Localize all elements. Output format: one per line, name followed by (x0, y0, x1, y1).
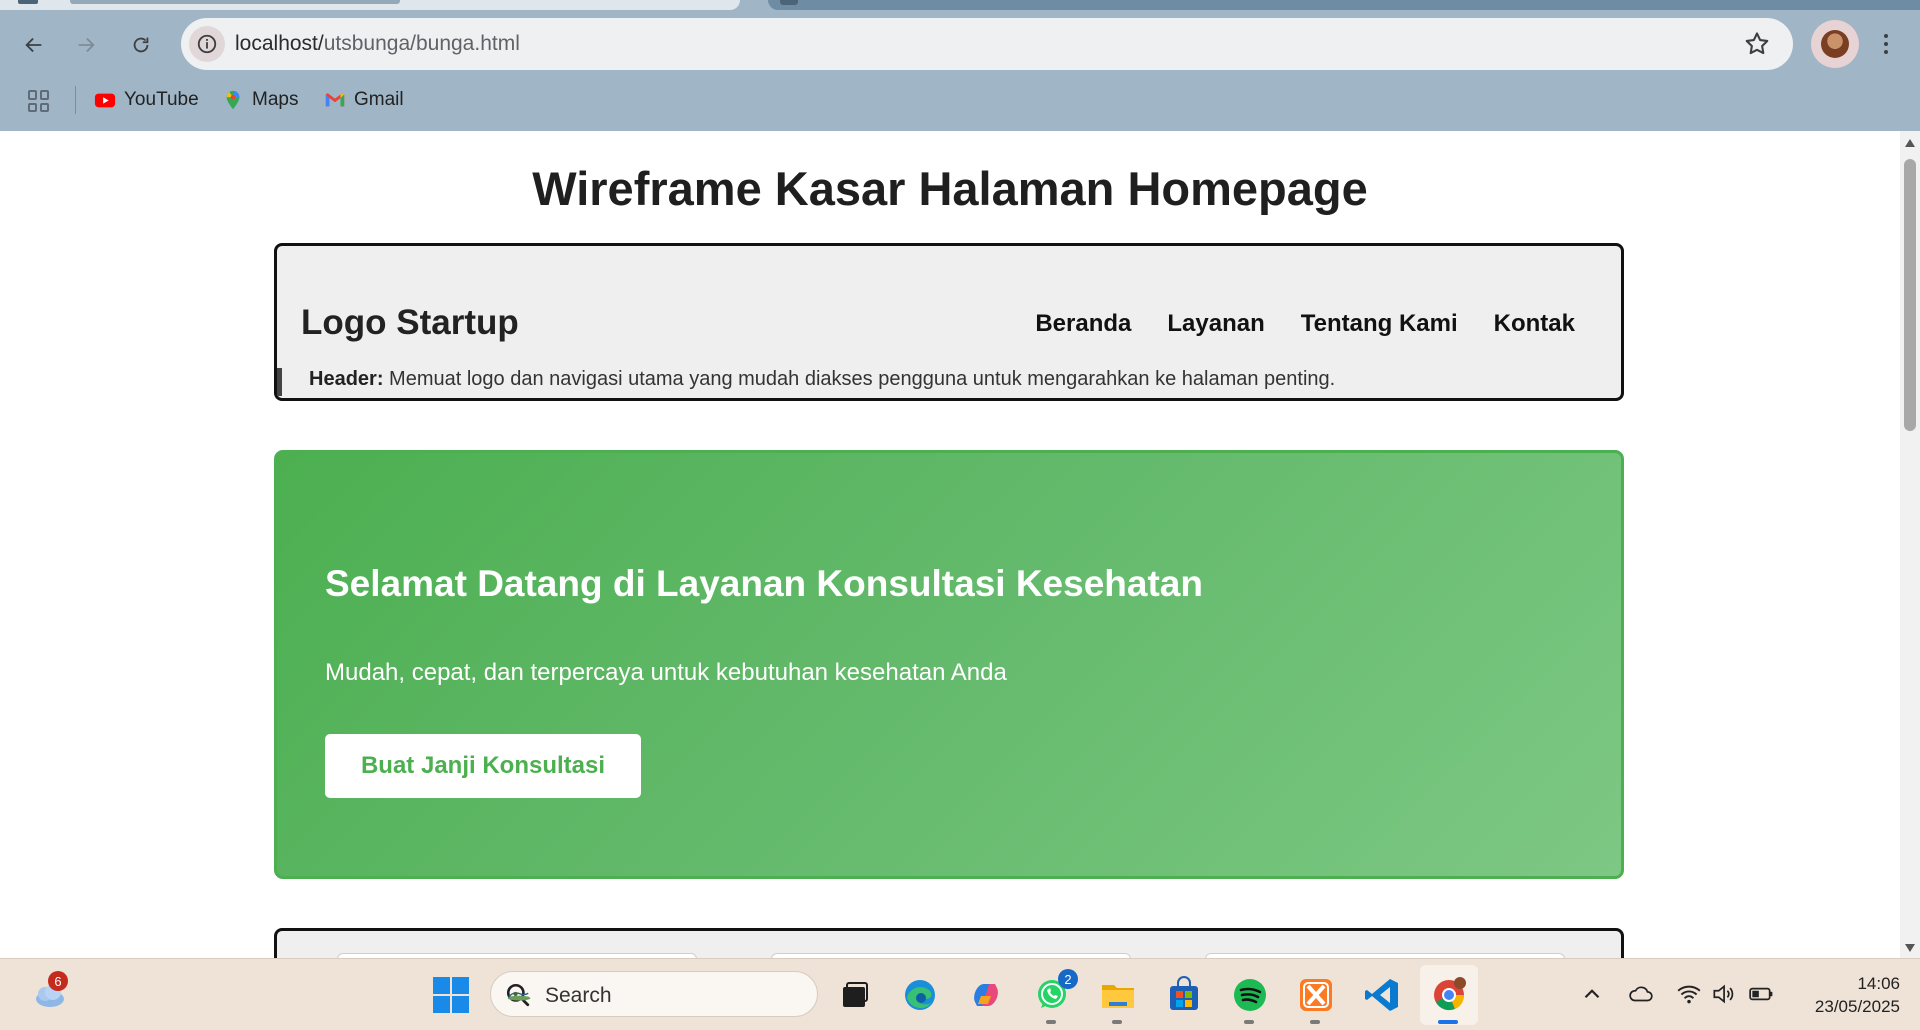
whatsapp-badge: 2 (1058, 969, 1078, 989)
tab-strip (0, 0, 1920, 10)
bookmark-star-icon[interactable] (1743, 30, 1771, 58)
copilot-icon (974, 984, 998, 1006)
windows-start-icon[interactable] (433, 977, 469, 1013)
maps-icon (226, 90, 240, 110)
page-title: Wireframe Kasar Halaman Homepage (532, 162, 1368, 215)
browser-menu-button[interactable] (1874, 26, 1898, 62)
profile-avatar[interactable] (1811, 20, 1859, 68)
taskbar-vscode[interactable] (1360, 973, 1404, 1017)
taskbar-task-view[interactable] (831, 973, 875, 1017)
clock-date: 23/05/2025 (1814, 997, 1900, 1016)
running-indicator (1310, 1020, 1320, 1024)
scrollbar-thumb[interactable] (1904, 159, 1916, 431)
header-note-label: Header: (309, 368, 384, 390)
site-info-button[interactable] (189, 26, 225, 62)
active-indicator (1438, 1020, 1458, 1024)
taskbar-xampp[interactable] (1294, 973, 1338, 1024)
forward-button[interactable] (68, 27, 104, 63)
nav-link-kontak[interactable]: Kontak (1494, 310, 1575, 338)
url-text[interactable]: localhost/utsbunga/bunga.html (235, 32, 520, 56)
hero-subtitle: Mudah, cepat, dan terpercaya untuk kebut… (325, 659, 1007, 686)
page-viewport: Wireframe Kasar Halaman Homepage Logo St… (0, 131, 1900, 993)
scroll-down-arrow-icon[interactable] (1905, 944, 1915, 952)
edge-icon (905, 980, 935, 1010)
xampp-icon (1300, 979, 1332, 1011)
bookmarks-bar: YouTube Maps Gmail (0, 80, 1920, 120)
scroll-up-arrow-icon[interactable] (1905, 139, 1915, 147)
bookmark-maps[interactable]: Maps (222, 88, 298, 112)
arrow-right-icon (78, 37, 95, 53)
search-highlight-art-icon (507, 991, 531, 1001)
bookmark-label: YouTube (124, 89, 199, 110)
inactive-tab[interactable] (768, 0, 1920, 10)
folder-icon (1102, 985, 1134, 1008)
running-indicator (1112, 1020, 1122, 1024)
logo-startup[interactable]: Logo Startup (301, 303, 519, 343)
inactive-tab-favicon-icon (780, 0, 798, 5)
bookmarks-divider (75, 86, 76, 114)
apps-grid-icon[interactable] (28, 90, 50, 112)
reload-icon (133, 37, 149, 53)
bookmark-label: Gmail (354, 89, 404, 110)
avatar-image (1821, 30, 1849, 58)
arrow-left-icon (25, 37, 42, 53)
book-consultation-button[interactable]: Buat Janji Konsultasi (325, 734, 641, 798)
chrome-icon (1434, 977, 1466, 1011)
url-path: utsbunga/bunga.html (323, 32, 520, 55)
search-placeholder: Search (545, 984, 612, 1007)
gmail-icon (325, 93, 345, 107)
url-host: localhost/ (235, 32, 324, 55)
tray-wifi[interactable] (1674, 979, 1704, 1009)
running-indicator (1046, 1020, 1056, 1024)
taskbar-chrome[interactable] (1427, 973, 1471, 1024)
nav-link-beranda[interactable]: Beranda (1035, 310, 1131, 338)
tray-onedrive[interactable] (1626, 979, 1656, 1009)
browser-chrome: localhost/utsbunga/bunga.html YouTube Ma… (0, 0, 1920, 131)
main-navigation: Beranda Layanan Tentang Kami Kontak (1035, 310, 1575, 338)
taskbar-copilot[interactable] (964, 973, 1008, 1017)
weather-badge: 6 (48, 971, 68, 991)
battery-icon (1749, 987, 1773, 1001)
vscode-icon (1365, 979, 1398, 1011)
active-tab-title (70, 0, 400, 4)
store-icon (1170, 976, 1198, 1010)
taskbar-edge[interactable] (898, 973, 942, 1017)
running-indicator (1244, 1020, 1254, 1024)
onedrive-cloud-icon (1629, 986, 1653, 1002)
header-description: Header: Memuat logo dan navigasi utama y… (277, 368, 1335, 396)
taskbar-search[interactable]: Search (490, 971, 818, 1017)
tray-overflow-button[interactable] (1577, 979, 1607, 1009)
bookmark-gmail[interactable]: Gmail (324, 88, 404, 112)
bookmark-youtube[interactable]: YouTube (94, 88, 199, 112)
tab-favicon-icon (18, 0, 38, 4)
site-header-wireframe: Logo Startup Beranda Layanan Tentang Kam… (274, 243, 1624, 401)
info-icon (197, 34, 217, 54)
tray-volume[interactable] (1708, 979, 1738, 1009)
bookmark-label: Maps (252, 89, 299, 110)
hero-title: Selamat Datang di Layanan Konsultasi Kes… (325, 563, 1203, 604)
youtube-icon (94, 93, 116, 108)
back-button[interactable] (16, 27, 52, 63)
spotify-icon (1234, 979, 1266, 1011)
chevron-up-icon (1584, 989, 1600, 999)
wifi-icon (1677, 985, 1701, 1004)
header-note-text: Memuat logo dan navigasi utama yang muda… (383, 368, 1336, 390)
taskbar-file-explorer[interactable] (1096, 973, 1140, 1024)
address-bar[interactable]: localhost/utsbunga/bunga.html (181, 18, 1793, 70)
windows-taskbar: 6 Search 2 14:06 23/05/2025 (0, 958, 1920, 1030)
system-clock[interactable]: 14:06 23/05/2025 (1790, 972, 1900, 1018)
reload-button[interactable] (123, 27, 159, 63)
tray-battery[interactable] (1746, 979, 1776, 1009)
taskbar-ms-store[interactable] (1162, 973, 1206, 1017)
clock-time: 14:06 (1857, 974, 1900, 993)
task-view-icon (843, 982, 868, 1007)
hero-section: Selamat Datang di Layanan Konsultasi Kes… (274, 450, 1624, 879)
page-scrollbar[interactable] (1900, 131, 1920, 958)
speaker-icon (1713, 984, 1734, 1004)
nav-link-layanan[interactable]: Layanan (1167, 310, 1264, 338)
nav-link-tentang-kami[interactable]: Tentang Kami (1301, 310, 1458, 338)
taskbar-spotify[interactable] (1228, 973, 1272, 1024)
